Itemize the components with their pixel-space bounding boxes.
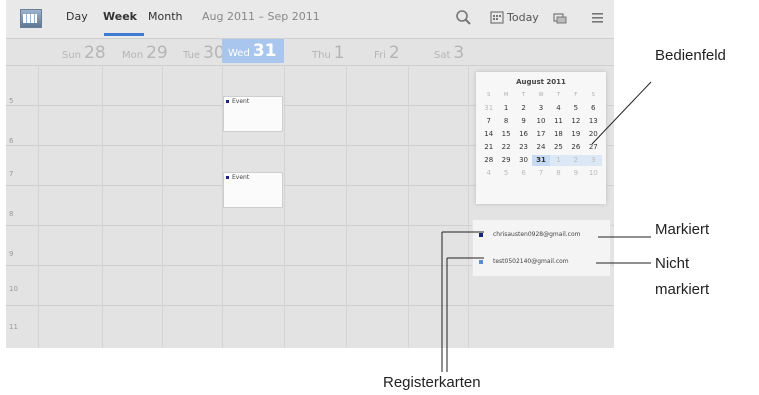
mini-calendar-day[interactable]: 4: [550, 103, 567, 114]
mini-calendar-panel[interactable]: August 2011 S M T W T F S 31 1 2 3 4 5 6 7 8 9 10 11 12 13 14…: [476, 72, 606, 204]
mini-calendar-dow: T: [522, 92, 526, 98]
event-block[interactable]: Event: [223, 172, 283, 208]
menu-icon[interactable]: [590, 8, 606, 28]
mini-calendar-day[interactable]: 30: [515, 155, 532, 166]
tab-month[interactable]: Month: [148, 10, 182, 23]
account-item-selected[interactable]: chrisausten0928@gmail.com: [479, 231, 580, 238]
mini-calendar-day[interactable]: 8: [497, 116, 514, 127]
calendar-accounts-list: chrisausten0928@gmail.com test0502140@gm…: [472, 219, 611, 277]
mini-calendar-day[interactable]: 20: [585, 129, 602, 140]
date-range-label: Aug 2011 – Sep 2011: [202, 10, 320, 23]
mini-calendar-day[interactable]: 2: [567, 155, 585, 166]
account-item-unselected[interactable]: test0502140@gmail.com: [479, 258, 569, 265]
mini-calendar-day[interactable]: 10: [532, 116, 549, 127]
callout-nicht-markiert-line1: Nicht: [655, 255, 690, 272]
mini-calendar-day[interactable]: 27: [585, 142, 602, 153]
mini-calendar-dow: F: [574, 92, 578, 98]
mini-calendar-day[interactable]: 23: [515, 142, 532, 153]
mini-calendar-day[interactable]: 10: [585, 168, 602, 179]
hour-label: 10: [9, 285, 18, 293]
mini-calendar-day[interactable]: 6: [585, 103, 602, 114]
mini-calendar-day[interactable]: 25: [550, 142, 567, 153]
mini-calendar-day[interactable]: 29: [497, 155, 514, 166]
account-color-swatch: [479, 232, 483, 237]
mini-calendar-day[interactable]: 1: [497, 103, 514, 114]
mini-calendar-dow: M: [503, 92, 509, 98]
mini-calendar-day[interactable]: 18: [550, 129, 567, 140]
account-email: chrisausten0928@gmail.com: [493, 231, 581, 238]
mini-calendar-day[interactable]: 31: [480, 103, 497, 114]
event-label: Event: [232, 174, 250, 181]
event-color-dot: [226, 176, 229, 179]
mini-calendar-day[interactable]: 9: [567, 168, 584, 179]
mini-calendar-day[interactable]: 3: [584, 155, 602, 166]
mini-calendar-day[interactable]: 4: [480, 168, 497, 179]
day-header-mon[interactable]: Mon 29: [122, 43, 168, 63]
hour-label: 7: [9, 170, 14, 178]
hour-label: 6: [9, 137, 14, 145]
mini-calendar-day[interactable]: 9: [515, 116, 532, 127]
event-color-dot: [226, 100, 229, 103]
mini-calendar-day[interactable]: 19: [567, 129, 584, 140]
callout-registerkarten: Registerkarten: [383, 374, 481, 391]
calendar-app-icon[interactable]: [20, 9, 42, 28]
mini-calendar-day[interactable]: 17: [532, 129, 549, 140]
mini-calendar-day[interactable]: 13: [585, 116, 602, 127]
mini-calendar-day[interactable]: 6: [515, 168, 532, 179]
hour-label: 11: [9, 323, 18, 331]
mini-calendar-day[interactable]: 31: [532, 155, 550, 166]
top-action-bar: Day Week Month Aug 2011 – Sep 2011 Today: [6, 0, 614, 39]
callout-bedienfeld: Bedienfeld: [655, 47, 726, 64]
mini-calendar-dow: W: [538, 92, 544, 98]
mini-calendar-dow: S: [591, 92, 595, 98]
today-calendar-icon[interactable]: [490, 8, 504, 28]
day-header-wed-selected[interactable]: Wed 31: [222, 39, 284, 63]
calendar-screen: Day Week Month Aug 2011 – Sep 2011 Today…: [6, 0, 614, 348]
day-header-thu[interactable]: Thu 1: [312, 43, 345, 63]
hour-label: 5: [9, 97, 14, 105]
mini-calendar-day[interactable]: 22: [497, 142, 514, 153]
callout-nicht-markiert-line2: markiert: [655, 281, 710, 298]
mini-calendar-dow: S: [487, 92, 491, 98]
mini-calendar-day[interactable]: 2: [515, 103, 532, 114]
mini-calendar-day[interactable]: 8: [550, 168, 567, 179]
active-tab-indicator: [104, 33, 144, 36]
event-block[interactable]: Event: [223, 96, 283, 132]
mini-calendar-day[interactable]: 11: [550, 116, 567, 127]
mini-calendar-day[interactable]: 12: [567, 116, 584, 127]
week-days-header: Sun 28 Mon 29 Tue 30 Wed 31 Thu 1 Fri 2 Sat 3: [6, 39, 614, 63]
mini-calendar-day[interactable]: 3: [532, 103, 549, 114]
day-header-sat[interactable]: Sat 3: [434, 43, 464, 63]
callout-markiert: Markiert: [655, 221, 710, 238]
mini-calendar-day[interactable]: 24: [532, 142, 549, 153]
mini-calendar-day[interactable]: 1: [549, 155, 568, 166]
search-icon[interactable]: [455, 8, 473, 28]
mini-calendar-day[interactable]: 5: [497, 168, 514, 179]
tab-day[interactable]: Day: [66, 10, 88, 23]
hour-label: 9: [9, 250, 14, 258]
day-header-fri[interactable]: Fri 2: [374, 43, 400, 63]
mini-calendar-day[interactable]: 26: [567, 142, 584, 153]
hour-label: 8: [9, 210, 14, 218]
mini-calendar-dow: T: [556, 92, 560, 98]
account-email: test0502140@gmail.com: [493, 258, 569, 265]
today-button[interactable]: Today: [507, 11, 539, 24]
event-label: Event: [232, 98, 250, 105]
day-header-tue[interactable]: Tue 30: [183, 43, 225, 63]
mini-calendar-title: August 2011: [516, 78, 566, 86]
mini-calendar-day[interactable]: 5: [567, 103, 584, 114]
mini-calendar-day[interactable]: 15: [497, 129, 514, 140]
mini-calendar-day[interactable]: 14: [480, 129, 497, 140]
mini-calendar-day[interactable]: 28: [480, 155, 497, 166]
mini-calendar-day[interactable]: 7: [532, 168, 549, 179]
calendars-icon[interactable]: [552, 8, 568, 28]
mini-calendar-day[interactable]: 7: [480, 116, 497, 127]
day-header-sun[interactable]: Sun 28: [62, 43, 106, 63]
mini-calendar-grid[interactable]: S M T W T F S 31 1 2 3 4 5 6 7 8 9 10 11 12 13 14 15 16 17 18 19 20…: [480, 90, 602, 179]
account-color-swatch: [479, 259, 483, 264]
mini-calendar-day[interactable]: 21: [480, 142, 497, 153]
mini-calendar-day[interactable]: 16: [515, 129, 532, 140]
tab-week[interactable]: Week: [103, 10, 137, 23]
